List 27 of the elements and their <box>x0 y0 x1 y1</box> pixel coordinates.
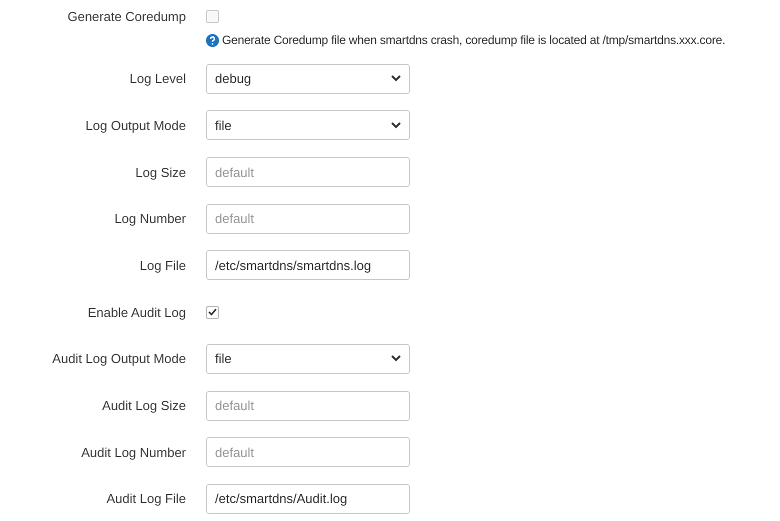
input-field[interactable]: default <box>206 437 410 468</box>
input-field[interactable]: default <box>206 157 410 188</box>
checkbox[interactable] <box>206 306 219 319</box>
field-label: Enable Audit Log <box>86 304 186 320</box>
dropdown[interactable]: file <box>206 110 410 140</box>
help-text: Generate Coredump file when smartdns crash, coredump file is located at /tmp/smartdns.xxx.core. <box>222 33 726 47</box>
input-field[interactable]: /etc/smartdns/Audit.log <box>206 484 410 514</box>
field-label: Log Output Mode <box>84 118 186 133</box>
caret-icon <box>391 355 401 362</box>
caret-icon <box>391 75 401 82</box>
input-field[interactable]: default <box>206 204 410 234</box>
field-label: Audit Log File <box>106 491 186 506</box>
field-label: Audit Log Output Mode <box>51 351 186 366</box>
dropdown[interactable]: debug <box>206 64 410 94</box>
field-label: Audit Log Size <box>101 398 186 413</box>
field-label: Log Number <box>113 211 186 226</box>
caret-icon <box>391 122 401 129</box>
field-label: Log File <box>138 258 186 273</box>
field-label: Generate Coredump <box>66 8 186 24</box>
input-field[interactable]: /etc/smartdns/smartdns.log <box>206 250 410 280</box>
dropdown[interactable]: file <box>206 344 410 374</box>
field-label: Log Level <box>128 71 186 86</box>
field-label: Audit Log Number <box>80 444 186 460</box>
field-label: Log Size <box>134 164 186 180</box>
checkbox[interactable] <box>206 10 219 22</box>
help-icon <box>206 34 219 46</box>
input-field[interactable]: default <box>206 390 410 420</box>
